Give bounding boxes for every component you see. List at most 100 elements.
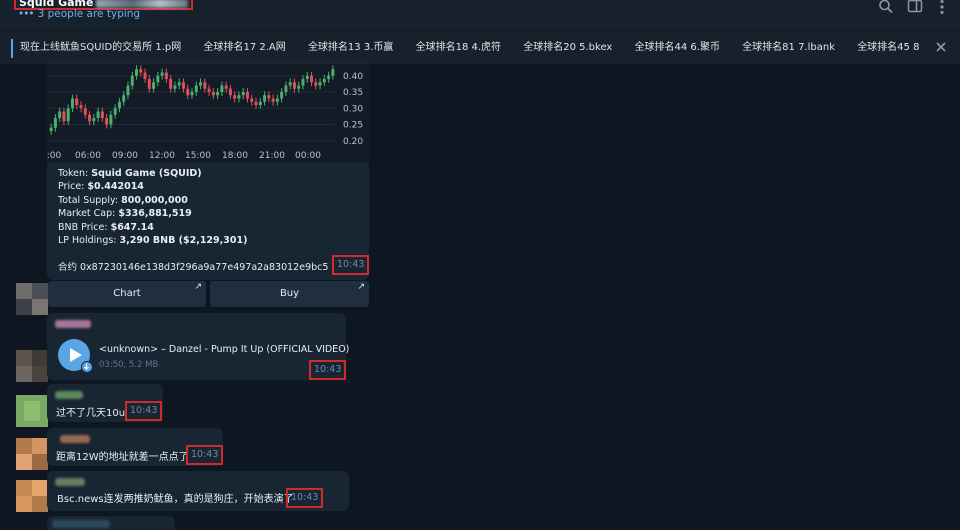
- x-tick-label: 00:00: [295, 151, 321, 161]
- candle-body: [156, 75, 160, 83]
- candle-body: [237, 95, 241, 99]
- candle-body: [66, 108, 70, 122]
- candle-body: [199, 82, 203, 86]
- candle-body: [49, 127, 53, 131]
- download-icon[interactable]: [81, 361, 93, 373]
- candle-body: [211, 92, 215, 96]
- pinned-item[interactable]: 全球排名20 5.bkex: [523, 31, 612, 65]
- candle-body: [96, 111, 100, 118]
- x-tick-label: 12:00: [149, 151, 175, 161]
- candle-body: [139, 69, 143, 73]
- candle-body: [79, 105, 83, 109]
- candle-body: [186, 88, 190, 96]
- candle-body: [284, 85, 288, 92]
- contract-address[interactable]: 合约 0x87230146e138d3f296a9a77e497a2a83012…: [58, 259, 328, 273]
- message-time: 10:43: [125, 401, 163, 421]
- candle-body: [305, 75, 309, 79]
- candle-body: [216, 92, 220, 96]
- candle-body: [126, 85, 130, 96]
- message-text: Bsc.news连发两推奶鱿鱼，真的是狗庄，开始表演了: [57, 494, 294, 505]
- external-link-icon: ↗: [357, 282, 365, 292]
- lp-holdings-line: LP Holdings: 3,290 BNB ($2,129,301): [58, 235, 248, 247]
- candle-body: [224, 85, 228, 89]
- redacted-sender-name: [55, 391, 83, 399]
- candle-body: [113, 108, 117, 115]
- candle-body: [322, 79, 326, 83]
- message-time: 10:43: [309, 360, 347, 380]
- market-cap-line: Market Cap: $336,881,519: [58, 208, 192, 220]
- chart-button[interactable]: Chart ↗: [48, 281, 206, 307]
- avatar[interactable]: [16, 283, 48, 315]
- redacted-sender-name: [52, 520, 110, 528]
- close-icon[interactable]: [934, 40, 948, 54]
- price-line: Price: $0.442014: [58, 181, 144, 193]
- candle-body: [190, 92, 194, 96]
- x-tick-label: 15:00: [185, 151, 211, 161]
- candle-body: [241, 92, 245, 96]
- candle-body: [88, 114, 92, 122]
- typing-indicator: ••• 3 people are typing: [18, 8, 141, 20]
- candle-body: [152, 82, 156, 89]
- search-icon[interactable]: [878, 0, 894, 14]
- y-tick-label: 0.25: [343, 121, 363, 131]
- message-text: 过不了几天10u: [56, 408, 126, 419]
- candle-body: [280, 92, 284, 99]
- avatar[interactable]: [16, 480, 48, 512]
- candle-body: [327, 75, 331, 79]
- candle-body: [194, 85, 198, 92]
- candle-body: [58, 111, 62, 118]
- y-tick-label: 0.30: [343, 104, 363, 114]
- candle-body: [233, 95, 237, 99]
- pinned-message-bar[interactable]: 现在上线鱿鱼SQUID的交易所 1.p网 全球排名17 2.A网 全球排名13 …: [0, 30, 960, 64]
- candle-body: [53, 118, 57, 128]
- candle-body: [297, 85, 301, 89]
- y-tick-label: 0.20: [343, 137, 363, 147]
- audio-duration-size: 03:50, 5.2 MB: [99, 360, 159, 370]
- x-tick-label: 18:00: [222, 151, 248, 161]
- pinned-accent-line: [11, 39, 13, 58]
- pinned-item[interactable]: 全球排名18 4.虎符: [416, 31, 501, 65]
- candle-body: [314, 82, 318, 86]
- message-text: 距离12W的地址就差一点点了: [56, 452, 189, 463]
- redacted-sender-name: [60, 435, 90, 443]
- candle-body: [100, 111, 104, 118]
- message-time: 10:43: [332, 255, 370, 275]
- x-tick-label: 06:00: [75, 151, 101, 161]
- candle-body: [75, 98, 79, 105]
- redacted-sender-name: [55, 478, 85, 486]
- candle-body: [147, 79, 151, 89]
- supply-line: Total Supply: 800,000,000: [58, 194, 188, 206]
- pinned-item[interactable]: 全球排名81 7.lbank: [742, 31, 835, 65]
- candle-body: [301, 79, 305, 86]
- candle-body: [267, 95, 271, 99]
- avatar[interactable]: [16, 438, 48, 470]
- candle-body: [117, 101, 121, 109]
- buy-button[interactable]: Buy ↗: [210, 281, 369, 307]
- candle-body: [310, 75, 314, 83]
- pinned-item[interactable]: 全球排名45 8.美币交易所 9.币安...: [857, 31, 920, 65]
- candlestick-chart: 0.40 0.35 0.30 0.25 0.20 3:00 06:00 09:00 12:00…: [47, 64, 369, 162]
- candle-body: [169, 79, 173, 89]
- candle-body: [250, 98, 254, 102]
- message-time: 10:43: [286, 488, 324, 508]
- candle-body: [207, 88, 211, 92]
- y-tick-label: 0.40: [343, 72, 363, 82]
- typing-dots-icon: •••: [18, 8, 35, 20]
- pinned-item[interactable]: 全球排名44 6.聚币: [635, 31, 720, 65]
- sidebar-toggle-icon[interactable]: [907, 0, 923, 14]
- avatar[interactable]: [16, 395, 48, 427]
- candle-body: [130, 75, 134, 86]
- candle-body: [258, 101, 262, 105]
- candle-body: [92, 118, 96, 122]
- candle-body: [275, 98, 279, 102]
- redacted-sender-name: [55, 320, 91, 328]
- message-time: 10:43: [186, 445, 224, 465]
- avatar[interactable]: [16, 350, 48, 382]
- more-options-icon[interactable]: [937, 0, 953, 14]
- token-info: Token: Squid Game (SQUID) Price: $0.4420…: [58, 167, 247, 247]
- candle-body: [220, 85, 224, 92]
- candle-body: [203, 82, 207, 89]
- candle-body: [122, 95, 126, 102]
- bnb-price-line: BNB Price: $647.14: [58, 221, 154, 233]
- candle-body: [254, 101, 258, 105]
